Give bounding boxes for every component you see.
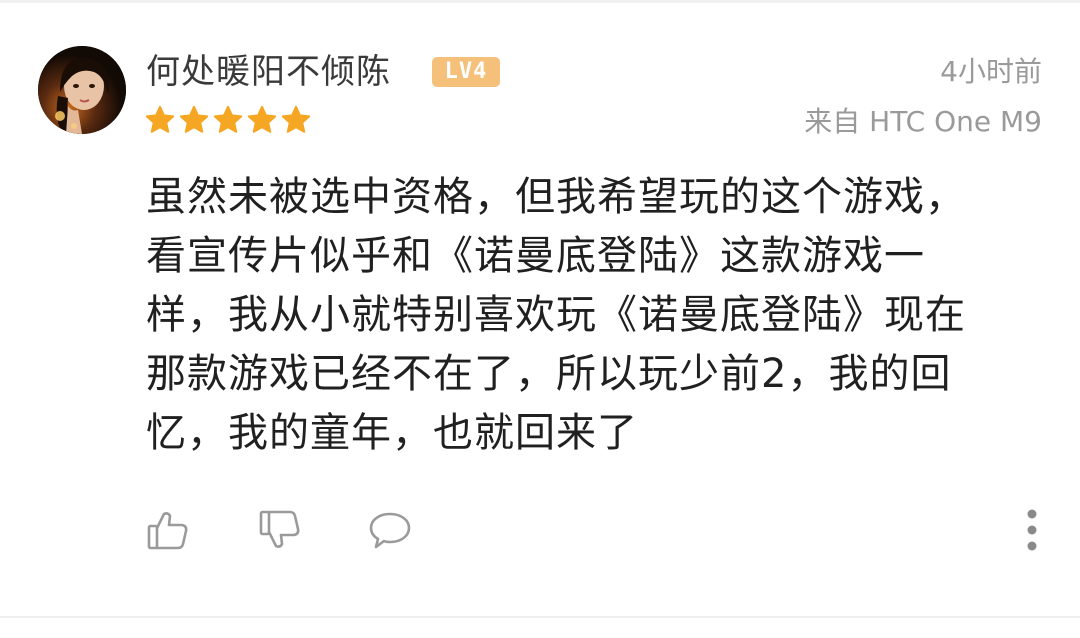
- thumbs-down-icon: [259, 510, 300, 548]
- username[interactable]: 何处暖阳不倾陈: [146, 46, 391, 98]
- review-card: 何处暖阳不倾陈 LV4 4小时前 来自 HTC One M9 虽然未被选中资格，…: [0, 0, 1080, 638]
- star-icon: [145, 105, 175, 133]
- device-label: 来自 HTC One M9: [804, 105, 1042, 138]
- star-icon: [213, 105, 243, 133]
- review-content: 虽然未被选中资格，但我希望玩的这个游戏， 看宣传片似乎和《诺曼底登陆》这款游戏一…: [146, 168, 1046, 463]
- comment-bubble-icon: [369, 512, 411, 549]
- more-options-button[interactable]: [1014, 504, 1050, 556]
- thumbs-up-icon: [147, 512, 188, 550]
- rating-stars: [144, 104, 312, 138]
- bottom-divider: [0, 616, 1080, 618]
- review-content-line: 虽然未被选中资格，但我希望玩的这个游戏，: [146, 174, 966, 220]
- comment-button[interactable]: [366, 506, 414, 554]
- more-vertical-icon: [1027, 509, 1037, 551]
- review-content-line: 样，我从小就特别喜欢玩《诺曼底登陆》现在: [146, 292, 966, 338]
- star-icon: [179, 105, 209, 133]
- like-button[interactable]: [144, 506, 192, 554]
- timestamp: 4小时前: [940, 55, 1042, 88]
- dislike-button[interactable]: [256, 506, 304, 554]
- review-content-line: 忆，我的童年，也就回来了: [146, 410, 638, 456]
- review-content-line: 看宣传片似乎和《诺曼底登陆》这款游戏一: [146, 233, 925, 279]
- review-content-line: 那款游戏已经不在了，所以玩少前2，我的回: [146, 351, 952, 397]
- level-badge: LV4: [432, 57, 500, 87]
- top-divider: [0, 0, 1080, 3]
- star-icon: [281, 105, 311, 133]
- star-icon: [247, 105, 277, 133]
- avatar[interactable]: [38, 46, 126, 134]
